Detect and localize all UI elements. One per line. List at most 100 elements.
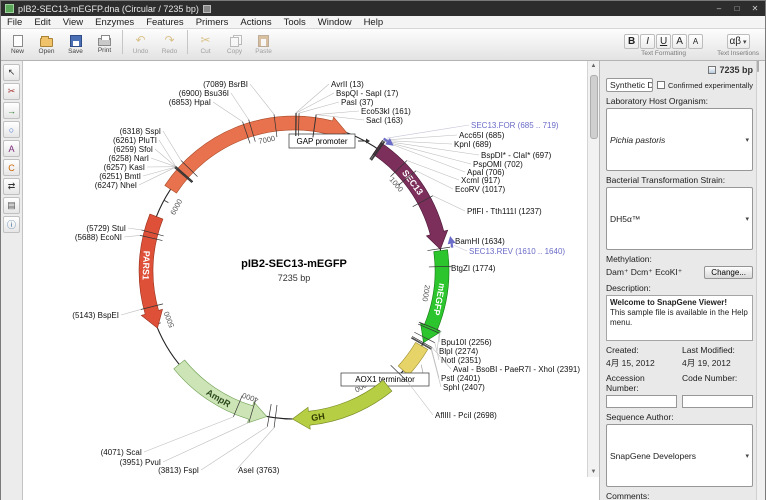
menu-edit[interactable]: Edit (28, 16, 56, 29)
open-button[interactable]: Open (32, 30, 61, 59)
layout-tool-icon[interactable]: ▤ (3, 197, 20, 214)
map-vertical-scrollbar[interactable]: ▲ ▼ (587, 61, 599, 477)
menu-window[interactable]: Window (312, 16, 358, 29)
enzyme-label-sphi[interactable]: SphI (2407) (443, 383, 485, 392)
redo-button[interactable]: ↷Redo (155, 30, 184, 59)
panel-scroll-thumb[interactable] (757, 60, 759, 72)
bold-button[interactable]: B (624, 34, 639, 49)
minimize-button[interactable]: – (713, 4, 725, 13)
enzyme-label-bamhi[interactable]: BamHI (1634) (455, 237, 505, 246)
enzyme-label-nari[interactable]: (6258) NarI (108, 154, 148, 163)
enzyme-label-stui[interactable]: (5729) StuI (86, 224, 126, 233)
enzyme-label-noti[interactable]: NotI (2351) (441, 356, 481, 365)
orf-tool-icon[interactable]: ○ (3, 121, 20, 138)
feature-label-pars1[interactable]: PARS1 (140, 251, 151, 281)
enzyme-label-pflfi-tth111i[interactable]: PflFI - Tth111I (1237) (467, 207, 542, 216)
strands-tool-icon[interactable]: ⇄ (3, 178, 20, 195)
enzyme-label-bsu36i[interactable]: (6900) Bsu36I (179, 89, 229, 98)
text-size-button[interactable]: A (688, 34, 703, 49)
paste-button[interactable]: Paste (249, 30, 278, 59)
enzyme-label-acc65i[interactable]: Acc65I (685) (459, 131, 505, 140)
menu-view[interactable]: View (57, 16, 89, 29)
enzyme-label-saci[interactable]: SacI (163) (366, 116, 403, 125)
undo-button[interactable]: ↶Undo (126, 30, 155, 59)
enzyme-label-bsrbi[interactable]: (7089) BsrBI (203, 80, 248, 89)
enzyme-label-bmti[interactable]: (6251) BmtI (99, 172, 141, 181)
enzyme-label-eco53ki[interactable]: Eco53kI (161) (361, 107, 411, 116)
pointer-tool-icon[interactable]: ↖ (3, 64, 20, 81)
enzyme-label-hpai[interactable]: (6853) HpaI (169, 98, 211, 107)
enzyme-label-scai[interactable]: (4071) ScaI (101, 448, 142, 457)
enzyme-label-sspi[interactable]: (6318) SspI (120, 127, 161, 136)
enzyme-label-blpi[interactable]: BlpI (2274) (439, 347, 478, 356)
panel-scrollbar[interactable] (756, 61, 765, 500)
plasmid-map-canvas[interactable]: 1000200030004000500060007000GAP promoter… (23, 61, 589, 477)
description-body: This sample file is available in the Hel… (610, 308, 749, 328)
enzyme-label-psti[interactable]: PstI (2401) (441, 374, 480, 383)
menu-features[interactable]: Features (140, 16, 190, 29)
enzyme-label-afliii-pcii[interactable]: AflIII - PciI (2698) (435, 411, 497, 420)
feature-gh[interactable] (292, 380, 392, 429)
enzyme-label-btgzi[interactable]: BtgZI (1774) (451, 264, 496, 273)
underline-button[interactable]: U (656, 34, 671, 49)
enzyme-label-xcmi[interactable]: XcmI (917) (461, 176, 500, 185)
sequence-author-dropdown[interactable]: SnapGene Developers ▾ (606, 424, 753, 487)
enzyme-label-asei[interactable]: AseI (3763) (238, 466, 280, 475)
greek-insert-button[interactable]: αβ▾ (727, 34, 750, 49)
change-methylation-button[interactable]: Change... (704, 266, 753, 279)
info-tool-icon[interactable]: ⓘ (3, 216, 20, 233)
scroll-up-icon[interactable]: ▲ (591, 61, 597, 71)
menu-enzymes[interactable]: Enzymes (89, 16, 140, 29)
enzyme-label-ecorv[interactable]: EcoRV (1017) (455, 185, 505, 194)
copy-button[interactable]: Copy (220, 30, 249, 59)
feature-ampr[interactable] (174, 360, 267, 423)
confirmed-experimentally-checkbox[interactable]: Confirmed experimentally (657, 81, 753, 90)
enzyme-label-nhei[interactable]: (6247) NheI (95, 181, 137, 190)
menu-help[interactable]: Help (358, 16, 390, 29)
close-button[interactable]: ✕ (749, 4, 761, 13)
scroll-down-icon[interactable]: ▼ (591, 467, 597, 477)
map-scroll-thumb[interactable] (590, 75, 598, 139)
primer-label-sec13-for[interactable]: SEC13.FOR (685 .. 719) (471, 121, 559, 130)
feature-sec13[interactable] (373, 143, 448, 250)
save-button[interactable]: Save (61, 30, 90, 59)
enzyme-label-bpu10i[interactable]: Bpu10I (2256) (441, 338, 492, 347)
menu-primers[interactable]: Primers (190, 16, 235, 29)
enzyme-label-bspei[interactable]: (5143) BspEI (72, 311, 119, 320)
plasmid-map-svg[interactable]: 1000200030004000500060007000GAP promoter… (23, 61, 589, 477)
code-number-field[interactable] (682, 395, 753, 408)
italic-button[interactable]: I (640, 34, 655, 49)
enzyme-label-fspi[interactable]: (3813) FspI (158, 466, 199, 475)
translation-tool-icon[interactable]: A (3, 140, 20, 157)
enzyme-label-avai-bsobi-paer7i-xhoi[interactable]: AvaI - BsoBI - PaeR7I - XhoI (2391) (453, 365, 580, 374)
dna-type-dropdown[interactable]: Synthetic DNA ▾ (606, 78, 653, 92)
print-button[interactable]: Print (90, 30, 119, 59)
enzyme-label-avrii[interactable]: AvrII (13) (331, 80, 364, 89)
colors-tool-icon[interactable]: C (3, 159, 20, 176)
enzyme-label-econi[interactable]: (5688) EcoNI (75, 233, 122, 242)
feature-aox1-terminator[interactable] (398, 342, 428, 375)
text-color-button[interactable]: A (672, 34, 687, 49)
accession-number-field[interactable] (606, 395, 677, 408)
enzyme-label-pluti[interactable]: (6261) PluTI (113, 136, 157, 145)
features-tool-icon[interactable]: → (3, 102, 20, 119)
enzyme-label-bspdi-clai[interactable]: BspDI* - ClaI* (697) (481, 151, 552, 160)
host-organism-dropdown[interactable]: Pichia pastoris ▾ (606, 108, 753, 171)
enzyme-label-pvui[interactable]: (3951) PvuI (120, 458, 161, 467)
enzyme-label-bspqi-sapi[interactable]: BspQI - SapI (17) (336, 89, 399, 98)
menu-tools[interactable]: Tools (278, 16, 312, 29)
enzyme-label-kpni[interactable]: KpnI (689) (454, 140, 492, 149)
feature-label-gap-promoter[interactable]: GAP promoter (296, 137, 347, 146)
cut-button[interactable]: ✂Cut (191, 30, 220, 59)
enzyme-label-sfoi[interactable]: (6259) SfoI (113, 145, 153, 154)
description-label: Description: (606, 283, 753, 293)
maximize-button[interactable]: □ (731, 4, 743, 13)
menu-file[interactable]: File (1, 16, 28, 29)
primer-label-sec13-rev[interactable]: SEC13.REV (1610 .. 1640) (469, 247, 565, 256)
menu-actions[interactable]: Actions (234, 16, 277, 29)
enzyme-label-pasi[interactable]: PasI (37) (341, 98, 374, 107)
enzyme-label-kasi[interactable]: (6257) KasI (104, 163, 145, 172)
new-button[interactable]: New (3, 30, 32, 59)
transformation-strain-dropdown[interactable]: DH5α™ ▾ (606, 187, 753, 250)
enzymes-tool-icon[interactable]: ✂ (3, 83, 20, 100)
